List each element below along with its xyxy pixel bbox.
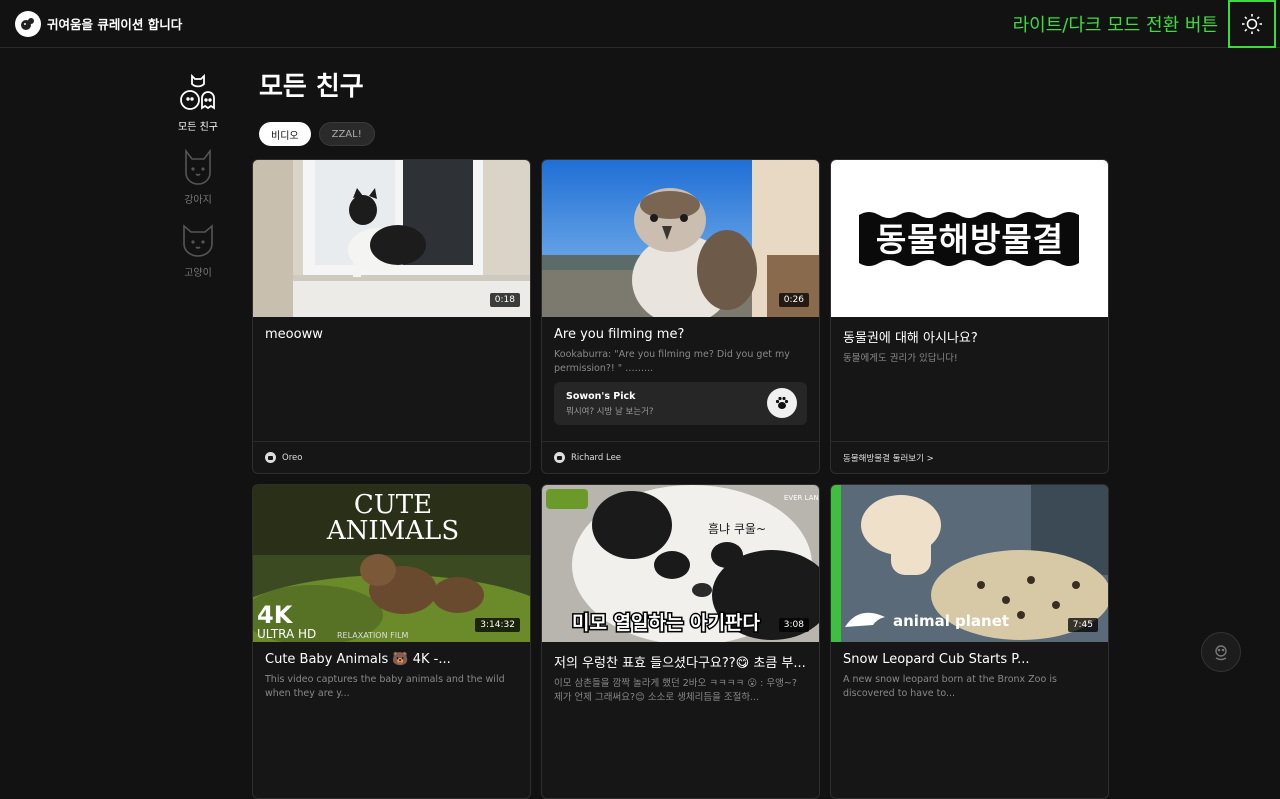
overlay-everland: EVER LAND — [784, 494, 819, 502]
overlay-4k: 4K — [257, 601, 294, 629]
video-title[interactable]: meooww — [253, 317, 530, 342]
theme-toggle-button[interactable] — [1228, 0, 1276, 48]
banner-text: 동물해방물결 — [876, 220, 1064, 259]
tab-video[interactable]: 비디오 — [259, 122, 311, 146]
ad-card[interactable]: 동물해방물결 동물권에 대해 아시나요? 동물에게도 권리가 있답니다! 동물해… — [830, 159, 1109, 474]
video-card[interactable]: 0:26 Are you filming me? Kookaburra: "Ar… — [541, 159, 820, 474]
video-title[interactable]: Are you filming me? — [542, 317, 819, 342]
pick-comment: 뭐시여? 시방 날 보는거? — [566, 407, 654, 417]
top-bar: 귀여움을 큐레이션 합니다 라이트/다크 모드 전환 버튼 — [0, 0, 1280, 48]
sidebar-item-label: 강아지 — [184, 195, 212, 206]
overlay-animals: ANIMALS — [326, 516, 459, 546]
sidebar-item-label: 모든 친구 — [178, 122, 218, 133]
video-description: 이모 삼촌들을 깜짝 놀라게 했던 2바오 ㅋㅋㅋㅋ 😮 : 우앵~? 제가 언… — [554, 678, 797, 703]
video-title[interactable]: Snow Leopard Cub Starts P... — [831, 642, 1108, 667]
card-footer[interactable]: Oreo — [253, 441, 530, 473]
curator-pick: Sowon's Pick 뭐시여? 시방 날 보는거? — [554, 382, 807, 425]
overlay-animal-planet: animal planet — [893, 612, 1009, 630]
video-card[interactable]: 0:18 meooww Oreo — [252, 159, 531, 474]
tab-zzal[interactable]: ZZAL! — [318, 122, 375, 146]
sun-icon — [1242, 14, 1262, 34]
content-type-tabs: 비디오 ZZAL! — [259, 122, 375, 146]
video-description: 동물에게도 권리가 있답니다! — [843, 353, 958, 364]
all-friends-icon — [180, 73, 215, 110]
card-footer-link[interactable]: 동물해방물결 둘러보기 > — [831, 441, 1108, 473]
pick-title: Sowon's Pick — [566, 391, 636, 402]
sidebar-item-cats[interactable]: 고양이 — [168, 220, 228, 279]
video-title[interactable]: 동물권에 대해 아시나요? — [831, 317, 1108, 346]
video-description: Kookaburra: "Are you filming me? Did you… — [554, 349, 790, 374]
duration-badge: 0:26 — [778, 293, 809, 307]
cat-icon — [183, 224, 213, 257]
video-description: A new snow leopard born at the Bronx Zoo… — [843, 674, 1057, 699]
duration-badge: 3:08 — [778, 618, 809, 632]
logo-icon[interactable] — [15, 11, 41, 37]
theme-toggle-annotation: 라이트/다크 모드 전환 버튼 — [1012, 15, 1218, 36]
video-thumbnail[interactable]: 0:26 — [542, 160, 819, 317]
paw-icon — [767, 388, 797, 418]
overlay-handwritten: 흠냐 쿠울~ — [708, 522, 766, 536]
video-card[interactable]: animal planet 7:45 Snow Leopard Cub Star… — [830, 484, 1109, 799]
paw-hand-icon — [1215, 645, 1227, 661]
youtube-icon — [554, 452, 565, 463]
video-thumbnail[interactable]: 0:18 — [253, 160, 530, 317]
banner-thumbnail[interactable]: 동물해방물결 — [831, 160, 1108, 317]
sidebar-item-dogs[interactable]: 강아지 — [168, 147, 228, 206]
overlay-ultra-hd: ULTRA HD — [257, 627, 316, 641]
duration-badge: 7:45 — [1067, 618, 1098, 632]
video-grid: 0:18 meooww Oreo 0:26 Are you filming me… — [252, 159, 1109, 799]
video-title[interactable]: Cute Baby Animals 🐻 4K -... — [253, 642, 530, 667]
duration-badge: 3:14:32 — [475, 618, 520, 632]
video-card[interactable]: CUTE ANIMALS 4K ULTRA HD RELAXATION FILM… — [252, 484, 531, 799]
browse-link[interactable]: 동물해방물결 둘러보기 > — [843, 452, 934, 464]
dog-icon — [185, 148, 211, 185]
floating-action-button[interactable] — [1201, 632, 1241, 672]
video-thumbnail[interactable]: CUTE ANIMALS 4K ULTRA HD RELAXATION FILM… — [253, 485, 530, 642]
brand-title[interactable]: 귀여움을 큐레이션 합니다 — [47, 14, 182, 33]
video-thumbnail[interactable]: animal planet 7:45 — [831, 485, 1108, 642]
page-title: 모든 친구 — [259, 72, 364, 102]
video-thumbnail[interactable]: EVER LAND 흠냐 쿠울~ 미모 열일하는 아기판다 3:08 — [542, 485, 819, 642]
overlay-caption: 미모 열일하는 아기판다 — [572, 612, 761, 634]
sidebar-item-label: 고양이 — [184, 268, 212, 279]
duration-badge: 0:18 — [489, 293, 520, 307]
channel-name: Oreo — [282, 452, 303, 463]
sidebar-item-all-friends[interactable]: 모든 친구 — [168, 70, 228, 133]
overlay-relaxation: RELAXATION FILM — [337, 631, 409, 640]
video-card[interactable]: EVER LAND 흠냐 쿠울~ 미모 열일하는 아기판다 3:08 저의 우렁… — [541, 484, 820, 799]
video-description: This video captures the baby animals and… — [265, 674, 505, 699]
youtube-icon — [265, 452, 276, 463]
sidebar: 모든 친구 강아지 고양이 — [168, 70, 228, 293]
card-footer[interactable]: Richard Lee — [542, 441, 819, 473]
channel-name: Richard Lee — [571, 452, 622, 463]
video-title[interactable]: 저의 우렁찬 표효 들으셨다구요??😋 초큼 부... — [542, 642, 819, 671]
